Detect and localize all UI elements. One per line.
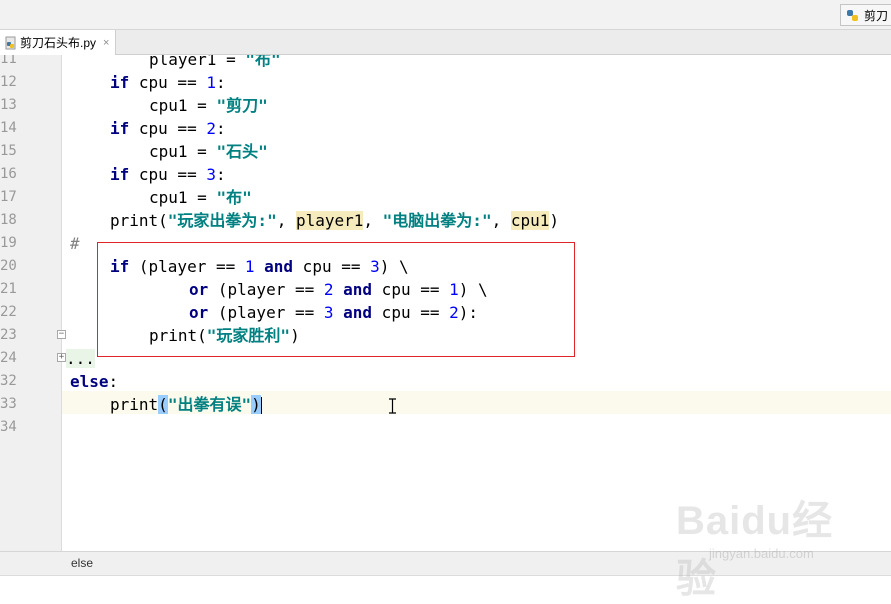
line-number: 19 [0, 235, 17, 251]
tab-label: 剪刀石头布.py [20, 36, 97, 50]
line-number: 15 [0, 143, 17, 159]
line-number: 17 [0, 189, 17, 205]
code-line-24-folded[interactable]: ... [66, 347, 95, 370]
fold-collapse-icon[interactable]: − [57, 330, 66, 339]
run-configuration-label: 剪刀 [863, 8, 888, 23]
code-line-33: print("出拳有误") [110, 395, 262, 414]
code-line-17: cpu1 = "布" [149, 188, 252, 207]
line-number-gutter: 11 12 13 14 15 16 17 18 19 20 21 22 23 2… [0, 55, 62, 551]
line-number: 33 [0, 396, 17, 412]
line-number: 12 [0, 74, 17, 90]
code-line-14: if cpu == 2: [110, 119, 226, 138]
line-number: 22 [0, 304, 17, 320]
tab-current-file[interactable]: 剪刀石头布.py × [0, 30, 116, 55]
line-number: 16 [0, 166, 17, 182]
code-line-15: cpu1 = "石头" [149, 142, 268, 161]
code-editor[interactable]: 11 12 13 14 15 16 17 18 19 20 21 22 23 2… [0, 55, 891, 551]
code-line-32: else: [70, 372, 119, 391]
fold-expand-icon[interactable]: + [57, 353, 66, 362]
watermark-url: jingyan.baidu.com [709, 546, 814, 561]
python-file-icon [4, 36, 18, 50]
text-cursor [260, 397, 262, 414]
python-icon [846, 9, 859, 22]
code-line-18: print("玩家出拳为:", player1, "电脑出拳为:", cpu1) [110, 211, 560, 230]
close-tab-icon[interactable]: × [103, 37, 109, 49]
code-line-11: player1 = "布" [149, 55, 281, 69]
top-toolbar: 剪刀 [0, 0, 891, 30]
code-line-16: if cpu == 3: [110, 165, 226, 184]
ibeam-cursor-icon [389, 398, 396, 414]
baidu-watermark: Baidu经验 jingyan.baidu.com [676, 488, 856, 601]
line-number: 14 [0, 120, 17, 136]
line-number: 24 [0, 350, 17, 366]
line-number: 23 [0, 327, 17, 343]
line-number: 21 [0, 281, 17, 297]
code-line-12: if cpu == 1: [110, 73, 226, 92]
run-configuration-selector[interactable]: 剪刀 [839, 4, 891, 26]
line-number: 20 [0, 258, 17, 274]
code-line-13: cpu1 = "剪刀" [149, 96, 268, 115]
line-number: 34 [0, 419, 17, 435]
annotation-highlight-box [97, 242, 575, 357]
folded-region-placeholder[interactable]: ... [66, 349, 95, 368]
code-line-19: # [70, 234, 80, 253]
line-number: 11 [0, 55, 17, 67]
line-number: 32 [0, 373, 17, 389]
breadcrumb-item[interactable]: else [71, 556, 93, 570]
line-number: 18 [0, 212, 17, 228]
editor-tab-bar: 剪刀石头布.py × [0, 30, 891, 55]
line-number: 13 [0, 97, 17, 113]
